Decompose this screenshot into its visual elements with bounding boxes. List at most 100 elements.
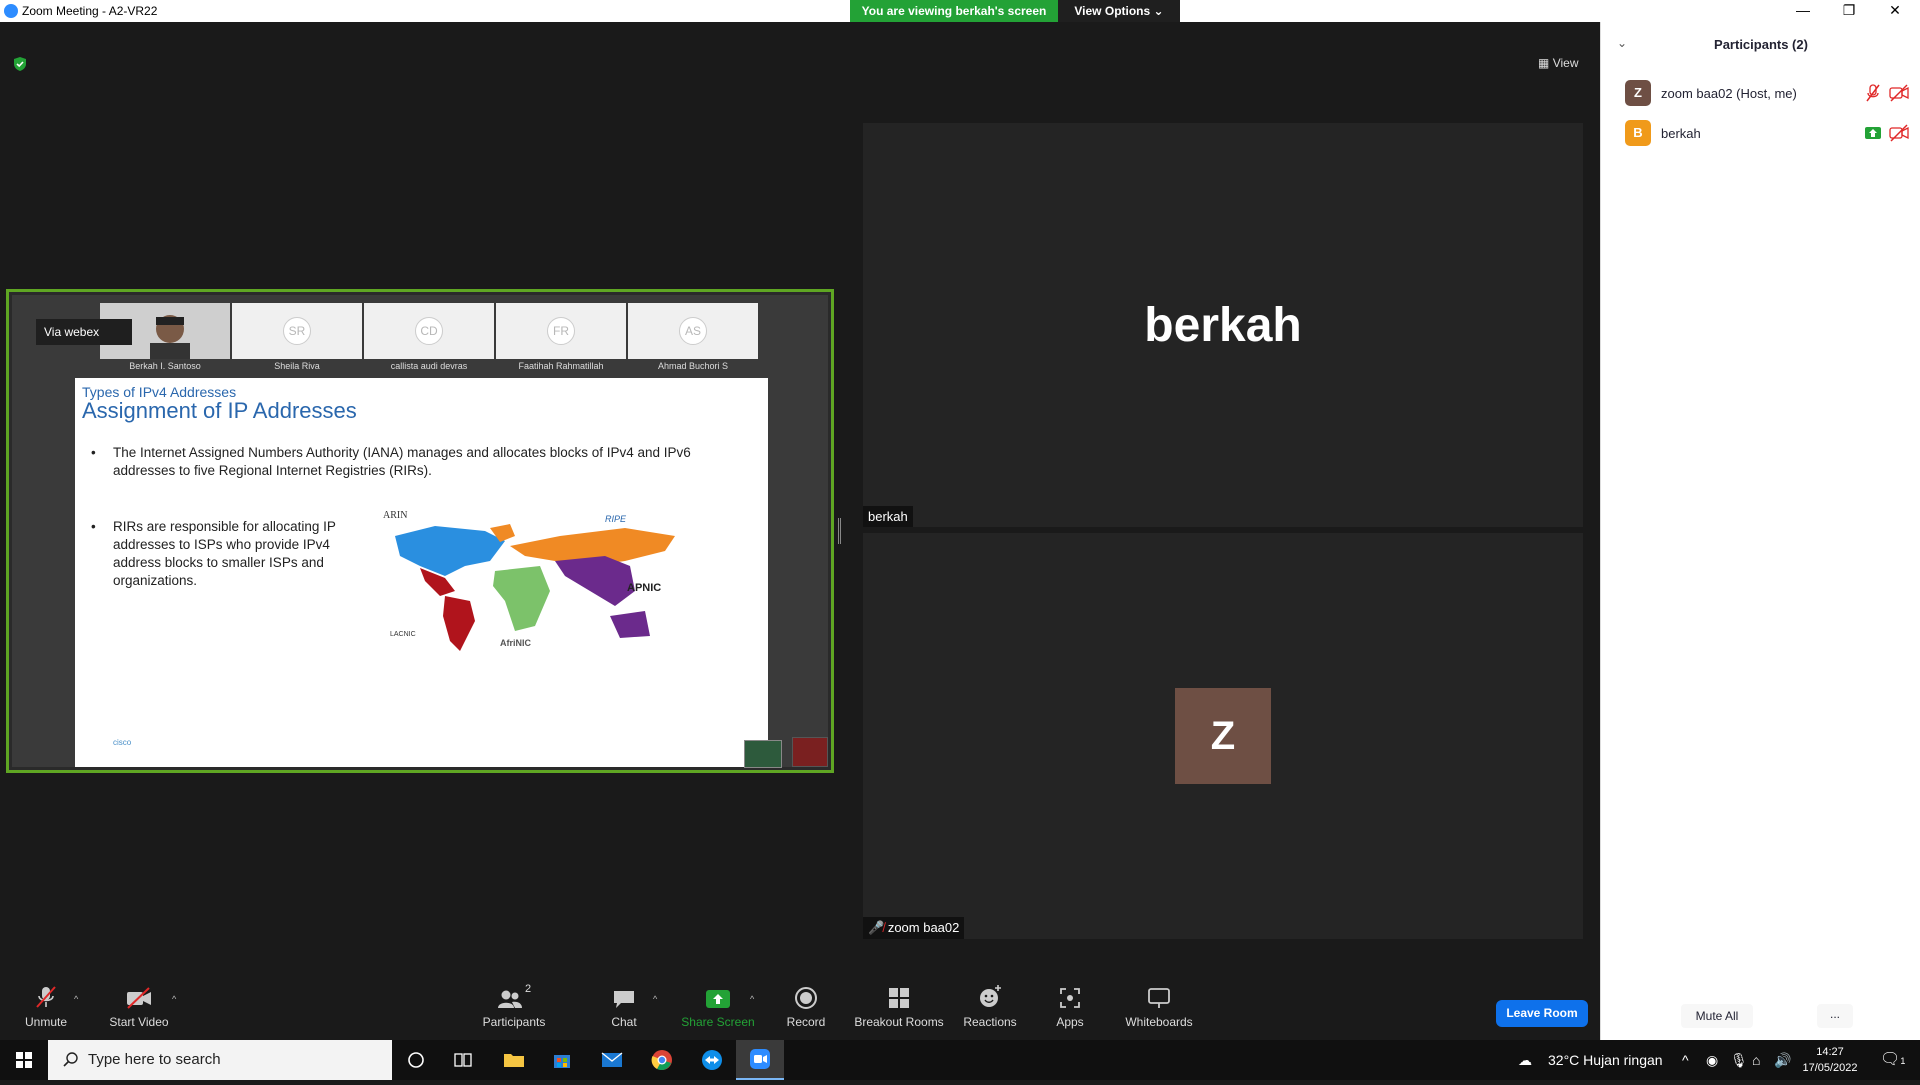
- cortana-icon[interactable]: [392, 1040, 440, 1080]
- shared-screen[interactable]: Berkah I. Santoso SR Sheila Riva CD call…: [6, 289, 834, 773]
- whiteboards-button[interactable]: Whiteboards: [1122, 980, 1196, 1040]
- participants-panel: ⌄ Participants (2) Z zoom baa02 (Host, m…: [1600, 22, 1920, 1040]
- video-tile-zoom-baa02[interactable]: Z 🎤̸ zoom baa02: [863, 533, 1583, 939]
- zoom-taskbar-icon[interactable]: [736, 1040, 784, 1080]
- taskbar-search-box[interactable]: Type here to search: [48, 1040, 392, 1080]
- breakout-rooms-label: Breakout Rooms: [854, 1015, 944, 1029]
- participant-row[interactable]: Z zoom baa02 (Host, me): [1601, 72, 1920, 112]
- encryption-shield-icon[interactable]: [12, 56, 28, 72]
- share-options-chevron-icon[interactable]: ^: [750, 994, 754, 1004]
- restore-icon[interactable]: ❐: [1826, 0, 1872, 22]
- webex-logo: Via webex: [36, 319, 132, 345]
- chevron-down-icon: ⌄: [1153, 4, 1164, 18]
- meet-now-icon[interactable]: ◉: [1706, 1040, 1718, 1080]
- reactions-button[interactable]: Reactions: [962, 980, 1018, 1040]
- webex-video-thumbnail: [792, 737, 828, 767]
- participant-status-icons: [1865, 124, 1909, 142]
- slide-title: Assignment of IP Addresses: [82, 398, 357, 423]
- start-video-button[interactable]: Start Video: [104, 980, 174, 1040]
- share-screen-icon: [706, 990, 730, 1008]
- mail-icon[interactable]: [588, 1040, 636, 1080]
- shared-screen-content: Berkah I. Santoso SR Sheila Riva CD call…: [12, 295, 828, 768]
- leave-room-button[interactable]: Leave Room: [1496, 1000, 1588, 1027]
- webex-tile-initials: AS: [679, 317, 707, 345]
- video-off-icon[interactable]: [1889, 84, 1909, 102]
- split-view-handle[interactable]: [838, 518, 841, 544]
- weather-text[interactable]: 32°C Hujan ringan: [1548, 1040, 1663, 1080]
- map-label-arin: ARIN: [383, 510, 407, 521]
- view-layout-label: View: [1552, 56, 1579, 70]
- participants-button[interactable]: 2 Participants: [478, 980, 550, 1040]
- taskbar-clock[interactable]: 14:27 17/05/2022: [1795, 1044, 1865, 1076]
- participant-status-icons: [1865, 84, 1909, 102]
- more-options-button[interactable]: ...: [1817, 1004, 1853, 1028]
- view-layout-button[interactable]: ▦ View: [1538, 56, 1578, 70]
- windows-start-button[interactable]: [0, 1040, 48, 1080]
- slide-bullet-text: RIRs are responsible for allocating IP a…: [113, 519, 336, 588]
- tray-chevron-up-icon[interactable]: ^: [1682, 1040, 1689, 1080]
- chat-label: Chat: [611, 1015, 637, 1029]
- microphone-tray-icon[interactable]: 🎙: [1730, 1040, 1748, 1080]
- video-tile-berkah[interactable]: berkah berkah: [863, 123, 1583, 527]
- webex-tile-initials: CD: [415, 317, 443, 345]
- search-icon: [63, 1052, 78, 1067]
- participant-row[interactable]: B berkah: [1601, 112, 1920, 152]
- webex-tile-initials: FR: [547, 317, 575, 345]
- muted-mic-icon: [36, 986, 56, 1008]
- share-screen-button[interactable]: Share Screen: [680, 980, 756, 1040]
- windows-logo-icon: [16, 1052, 32, 1068]
- participant-tile-label: berkah: [863, 506, 913, 527]
- video-off-icon[interactable]: [1889, 124, 1909, 142]
- participant-tile-name: zoom baa02: [887, 920, 960, 935]
- volume-icon[interactable]: 🔊: [1774, 1040, 1791, 1080]
- network-icon[interactable]: ⌂: [1752, 1040, 1760, 1080]
- file-explorer-icon[interactable]: [490, 1040, 538, 1080]
- window-title: Zoom Meeting - A2-VR22: [22, 4, 158, 18]
- webex-tile: SR Sheila Riva: [232, 303, 362, 371]
- muted-mic-icon[interactable]: [1865, 84, 1881, 102]
- chrome-icon[interactable]: [638, 1040, 686, 1080]
- audio-options-chevron-icon[interactable]: ^: [74, 994, 78, 1004]
- video-options-chevron-icon[interactable]: ^: [172, 994, 176, 1004]
- record-button[interactable]: Record: [786, 980, 826, 1040]
- grid-icon: ▦: [1538, 56, 1550, 70]
- webex-tile-name: callista audi devras: [390, 361, 468, 371]
- reactions-label: Reactions: [963, 1015, 1017, 1029]
- minimize-icon[interactable]: —: [1780, 0, 1826, 22]
- map-label-apnic: APNIC: [627, 582, 661, 594]
- slide-bullet: • The Internet Assigned Numbers Authorit…: [91, 444, 713, 480]
- slide-bullet: • RIRs are responsible for allocating IP…: [91, 518, 353, 590]
- teamviewer-icon[interactable]: [688, 1040, 736, 1080]
- chat-button[interactable]: Chat: [604, 980, 644, 1040]
- webex-tile-name: Sheila Riva: [274, 361, 320, 371]
- weather-icon[interactable]: ☁: [1518, 1040, 1532, 1080]
- participant-big-name: berkah: [1144, 299, 1302, 352]
- participant-avatar: Z: [1625, 80, 1651, 106]
- unmute-button[interactable]: Unmute: [18, 980, 74, 1040]
- clock-date: 17/05/2022: [1802, 1062, 1858, 1074]
- participant-tile-label: 🎤̸ zoom baa02: [863, 917, 965, 939]
- chat-options-chevron-icon[interactable]: ^: [653, 994, 657, 1004]
- video-off-icon: [127, 987, 151, 1009]
- participant-name: berkah: [1661, 126, 1701, 141]
- participants-count: 2: [524, 983, 532, 995]
- mute-all-button[interactable]: Mute All: [1681, 1004, 1753, 1028]
- bullet-dot: •: [91, 445, 96, 460]
- participants-icon: [497, 990, 522, 1008]
- notifications-icon[interactable]: 🗨1: [1880, 1040, 1905, 1080]
- microsoft-store-icon[interactable]: [538, 1040, 586, 1080]
- apps-button[interactable]: Apps: [1050, 980, 1090, 1040]
- map-label-lacnic: LACNIC: [390, 631, 416, 638]
- share-screen-label: Share Screen: [681, 1015, 755, 1029]
- participants-panel-title: Participants (2): [1714, 37, 1808, 52]
- breakout-rooms-button[interactable]: Breakout Rooms: [854, 980, 944, 1040]
- start-video-label: Start Video: [109, 1015, 169, 1029]
- whiteboard-icon: [1148, 988, 1170, 1008]
- task-view-icon[interactable]: [440, 1040, 488, 1080]
- record-label: Record: [786, 1015, 826, 1029]
- presentation-slide: Types of IPv4 Addresses Assignment of IP…: [75, 378, 768, 767]
- view-options-button[interactable]: View Options ⌄: [1058, 0, 1180, 22]
- webex-tile: FR Faatihah Rahmatillah: [496, 303, 626, 371]
- close-icon[interactable]: ✕: [1872, 0, 1918, 22]
- view-options-label: View Options: [1074, 4, 1151, 18]
